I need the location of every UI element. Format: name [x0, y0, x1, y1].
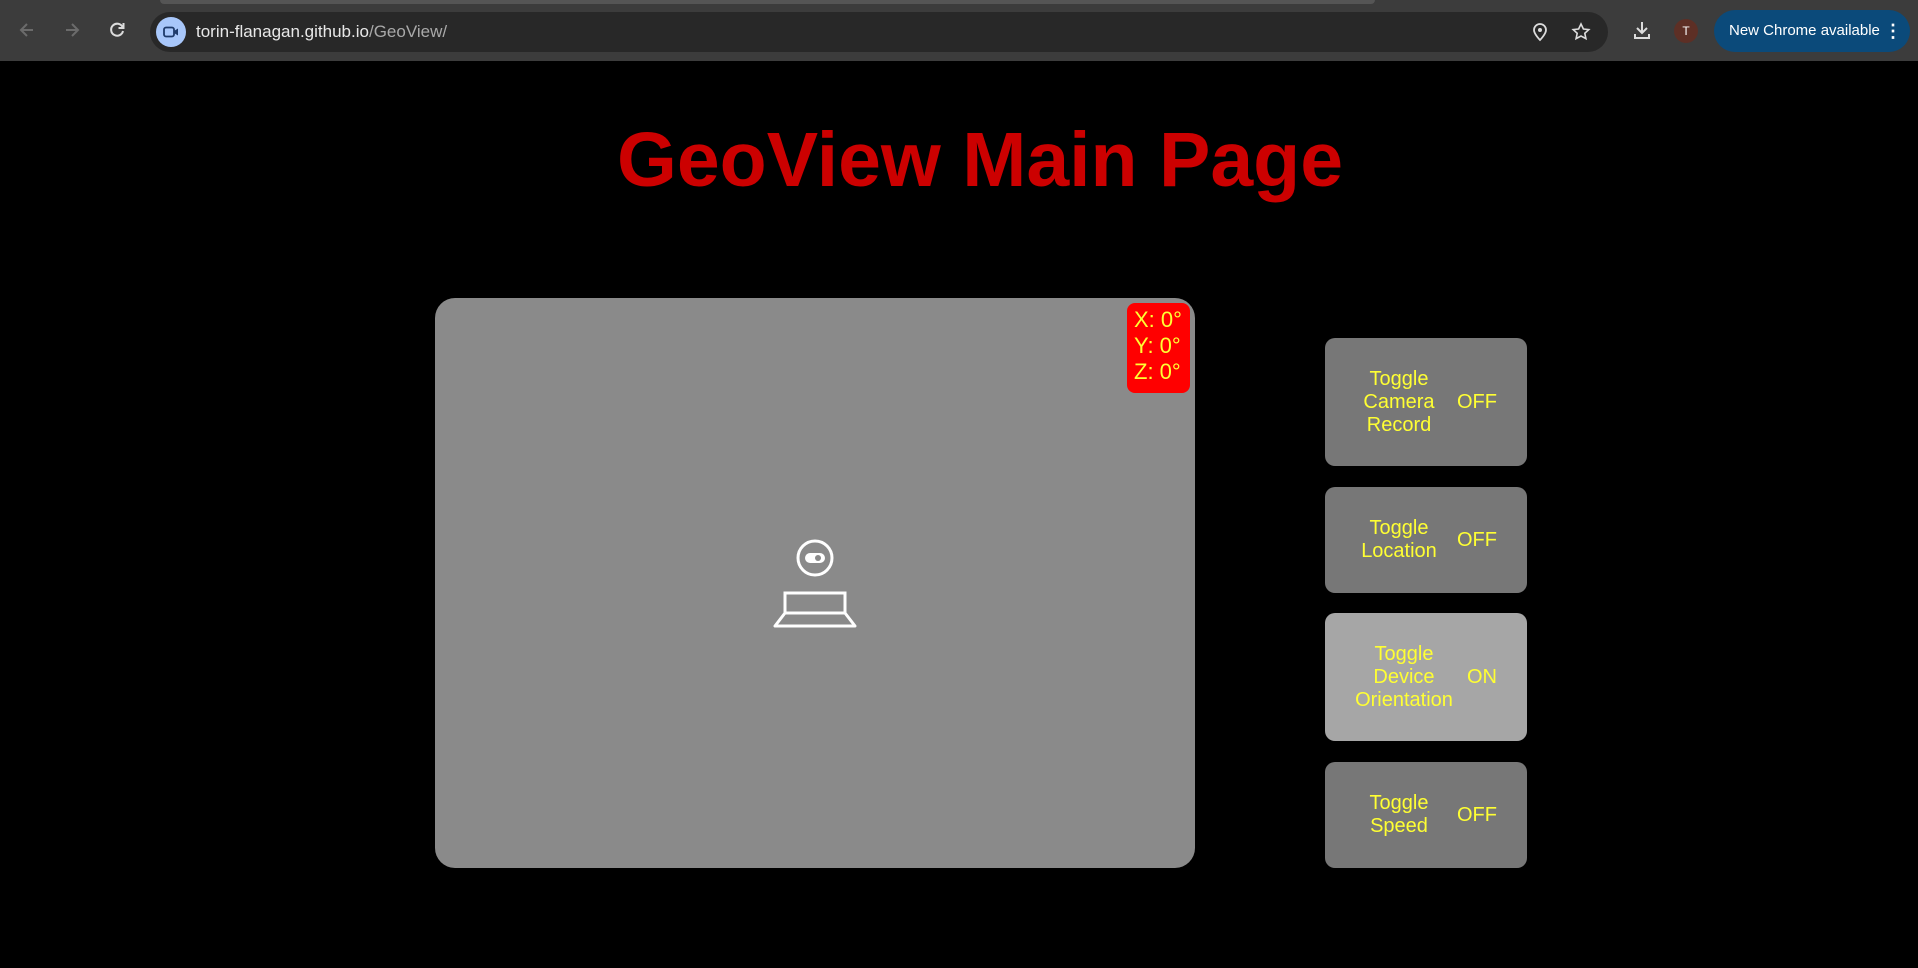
- star-icon: [1571, 22, 1591, 41]
- back-button[interactable]: [12, 15, 42, 45]
- toggle-device-orientation-button[interactable]: Toggle Device Orientation ON: [1325, 613, 1527, 741]
- download-icon: [1634, 22, 1650, 39]
- arrow-left-icon: [19, 23, 33, 37]
- update-chrome-button[interactable]: New Chrome available ⋮: [1714, 10, 1910, 52]
- toggle-label: Toggle Device Orientation: [1325, 643, 1483, 712]
- page-title: GeoView Main Page: [616, 117, 1344, 203]
- tab-strip-edge: [160, 0, 1375, 4]
- orientation-x: X: 0°: [1134, 307, 1182, 332]
- more-menu-icon[interactable]: ⋮: [1884, 10, 1902, 52]
- toggle-label-line: Record: [1366, 413, 1432, 436]
- location-permission-button[interactable]: [1528, 20, 1552, 44]
- url-path: /GeoView/: [368, 22, 448, 41]
- camera-view: X: 0° Y: 0° Z: 0°: [435, 298, 1195, 868]
- webcam-icon: [773, 539, 857, 628]
- toggle-label-line: Toggle: [1369, 517, 1429, 539]
- toggle-speed-button[interactable]: Toggle Speed OFF: [1325, 762, 1527, 868]
- toggle-state: ON: [1467, 665, 1497, 688]
- video-camera-icon: [163, 26, 178, 38]
- toggle-label-line: Orientation: [1355, 688, 1453, 711]
- bookmark-button[interactable]: [1569, 20, 1593, 44]
- orientation-z: Z: 0°: [1134, 359, 1181, 384]
- toggle-state: OFF: [1457, 803, 1497, 826]
- toggle-label-line: Toggle: [1369, 367, 1429, 390]
- reload-button[interactable]: [102, 15, 132, 45]
- toggle-camera-record-button[interactable]: Toggle Camera Record OFF: [1325, 338, 1527, 466]
- toggle-label-line: Speed: [1370, 815, 1428, 837]
- arrow-right-icon: [66, 23, 80, 37]
- toggle-label: Toggle Location: [1325, 517, 1473, 563]
- update-label: New Chrome available: [1729, 22, 1880, 39]
- orientation-y: Y: 0°: [1134, 333, 1181, 358]
- url-host: torin-flanagan.github.io: [196, 22, 369, 41]
- toggle-label-line: Toggle: [1369, 792, 1429, 814]
- toggle-label-line: Location: [1361, 540, 1437, 562]
- browser-toolbar: torin-flanagan.github.io/GeoView/ T New …: [0, 0, 1918, 61]
- toggle-label: Toggle Speed: [1325, 792, 1473, 838]
- site-info-button[interactable]: [156, 17, 186, 47]
- downloads-button[interactable]: [1627, 15, 1657, 45]
- reload-icon: [110, 22, 125, 37]
- location-pin-icon: [1533, 23, 1547, 42]
- toggle-label-line: Toggle: [1374, 642, 1434, 665]
- orientation-readout: X: 0° Y: 0° Z: 0°: [1127, 303, 1190, 393]
- address-bar[interactable]: torin-flanagan.github.io/GeoView/: [150, 12, 1608, 52]
- toggle-label-line: Camera: [1363, 390, 1435, 413]
- toggle-state: OFF: [1457, 528, 1497, 551]
- url-text[interactable]: torin-flanagan.github.io/GeoView/: [196, 12, 447, 52]
- forward-button[interactable]: [57, 15, 87, 45]
- toggle-location-button[interactable]: Toggle Location OFF: [1325, 487, 1527, 593]
- profile-avatar[interactable]: T: [1674, 19, 1698, 43]
- toggle-label-line: Device: [1373, 665, 1435, 688]
- toggle-state: OFF: [1457, 390, 1497, 413]
- toggle-label: Toggle Camera Record: [1325, 368, 1473, 437]
